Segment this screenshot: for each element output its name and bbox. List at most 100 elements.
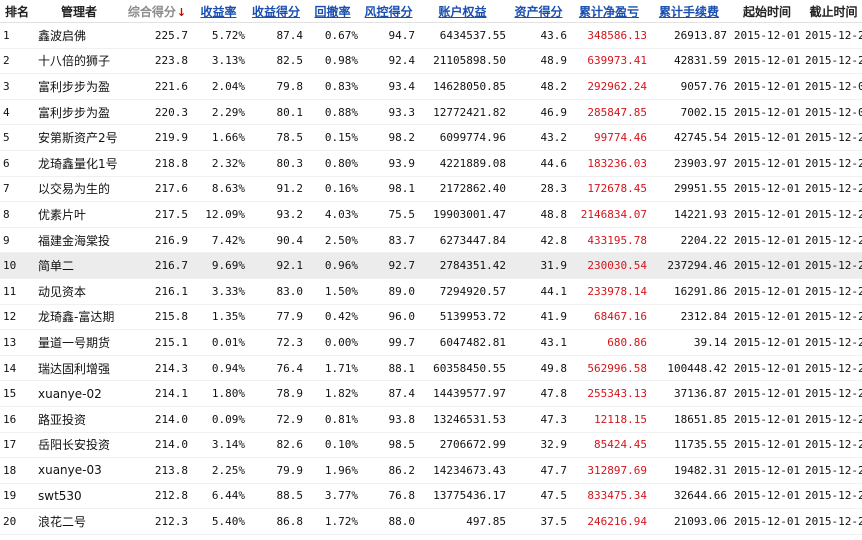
manager-link[interactable]: 量道一号期货 [34, 329, 124, 356]
end-date-cell: 2015-12-22 [805, 406, 862, 433]
score-cell: 219.9 [124, 124, 190, 151]
start-date-cell: 2015-12-01 [729, 304, 805, 331]
return-score-cell: 72.3 [247, 329, 305, 356]
manager-link[interactable]: 优素片叶 [34, 201, 124, 228]
fees-cell: 237294.46 [649, 252, 729, 279]
return-rate-cell: 3.13% [190, 48, 247, 75]
asset-score-cell: 41.9 [508, 304, 569, 331]
return-score-cell: 83.0 [247, 278, 305, 305]
header-equity-sort[interactable]: 账户权益 [417, 0, 508, 23]
net-profit-cell: 312897.69 [569, 457, 649, 484]
equity-cell: 6047482.81 [417, 329, 508, 356]
return-rate-cell: 1.80% [190, 380, 247, 407]
return-rate-cell: 0.09% [190, 406, 247, 433]
risk-score-cell: 88.1 [360, 355, 417, 382]
end-date-cell: 2015-12-22 [805, 329, 862, 356]
manager-link[interactable]: 龙琦鑫-富达期 [34, 304, 124, 331]
rank-cell: 16 [0, 406, 34, 433]
header-return-rate-sort[interactable]: 收益率 [190, 0, 247, 23]
table-row: 11 动见资本 216.1 3.33% 83.0 1.50% 89.0 7294920.57 4… [0, 278, 862, 305]
start-date-cell: 2015-12-01 [729, 432, 805, 459]
manager-link[interactable]: 以交易为生的 [34, 176, 124, 203]
risk-score-cell: 76.8 [360, 483, 417, 510]
table-row: 9 福建金海棠投 216.9 7.42% 90.4 2.50% 83.7 6273447.84… [0, 227, 862, 254]
end-date-cell: 2015-12-22 [805, 48, 862, 75]
score-cell: 217.6 [124, 176, 190, 203]
manager-link[interactable]: 龙琦鑫量化1号 [34, 150, 124, 177]
drawdown-cell: 4.03% [305, 201, 360, 228]
end-date-cell: 2015-12-22 [805, 432, 862, 459]
header-fees-sort[interactable]: 累计手续费 [649, 0, 729, 23]
manager-link[interactable]: 动见资本 [34, 278, 124, 305]
header-return-score-sort[interactable]: 收益得分 [247, 0, 305, 23]
drawdown-cell: 2.50% [305, 227, 360, 254]
end-date-cell: 2015-12-22 [805, 124, 862, 151]
start-date-cell: 2015-12-01 [729, 176, 805, 203]
manager-link[interactable]: swt530 [34, 483, 124, 510]
score-cell: 214.1 [124, 380, 190, 407]
fees-cell: 18651.85 [649, 406, 729, 433]
header-asset-score-sort[interactable]: 资产得分 [508, 0, 569, 23]
rank-cell: 5 [0, 124, 34, 151]
end-date-cell: 2015-12-22 [805, 304, 862, 331]
manager-link[interactable]: 十八倍的狮子 [34, 48, 124, 75]
rank-cell: 14 [0, 355, 34, 382]
header-risk-score-sort[interactable]: 风控得分 [360, 0, 417, 23]
return-score-cell: 92.1 [247, 252, 305, 279]
manager-link[interactable]: 福建金海棠投 [34, 227, 124, 254]
return-rate-cell: 3.33% [190, 278, 247, 305]
equity-cell: 5139953.72 [417, 304, 508, 331]
risk-score-cell: 83.7 [360, 227, 417, 254]
header-net-profit-sort[interactable]: 累计净盈亏 [569, 0, 649, 23]
net-profit-cell: 12118.15 [569, 406, 649, 433]
fees-cell: 21093.06 [649, 508, 729, 535]
return-score-cell: 90.4 [247, 227, 305, 254]
net-profit-cell: 639973.41 [569, 48, 649, 75]
manager-link[interactable]: 简单二 [34, 252, 124, 279]
return-rate-cell: 2.32% [190, 150, 247, 177]
table-row: 14 瑞达固利增强 214.3 0.94% 76.4 1.71% 88.1 60358450.… [0, 355, 862, 382]
risk-score-cell: 89.0 [360, 278, 417, 305]
manager-link[interactable]: 富利步步为盈 [34, 73, 124, 100]
manager-link[interactable]: xuanye-02 [34, 380, 124, 407]
end-date-cell: 2015-12-22 [805, 227, 862, 254]
return-score-cell: 82.6 [247, 432, 305, 459]
return-rate-cell: 1.35% [190, 304, 247, 331]
return-score-cell: 80.1 [247, 99, 305, 126]
manager-link[interactable]: 鑫波启佛 [34, 22, 124, 49]
manager-link[interactable]: 富利步步为盈 [34, 99, 124, 126]
manager-link[interactable]: xuanye-03 [34, 457, 124, 484]
score-cell: 212.8 [124, 483, 190, 510]
score-cell: 218.8 [124, 150, 190, 177]
manager-link[interactable]: 岳阳长安投资 [34, 432, 124, 459]
start-date-cell: 2015-12-01 [729, 483, 805, 510]
manager-link[interactable]: 瑞达固利增强 [34, 355, 124, 382]
asset-score-cell: 47.5 [508, 483, 569, 510]
rank-cell: 18 [0, 457, 34, 484]
risk-score-cell: 75.5 [360, 201, 417, 228]
header-score-sort[interactable]: 综合得分↓ [124, 0, 190, 23]
table-row: 2 十八倍的狮子 223.8 3.13% 82.5 0.98% 92.4 21105898.5… [0, 48, 862, 75]
risk-score-cell: 93.4 [360, 73, 417, 100]
manager-link[interactable]: 浪花二号 [34, 508, 124, 535]
asset-score-cell: 43.6 [508, 22, 569, 49]
manager-link[interactable]: 安第斯资产2号 [34, 124, 124, 151]
return-rate-cell: 1.66% [190, 124, 247, 151]
rank-cell: 10 [0, 252, 34, 279]
score-cell: 215.8 [124, 304, 190, 331]
equity-cell: 19903001.47 [417, 201, 508, 228]
return-score-cell: 91.2 [247, 176, 305, 203]
risk-score-cell: 92.7 [360, 252, 417, 279]
fees-cell: 2312.84 [649, 304, 729, 331]
rank-cell: 13 [0, 329, 34, 356]
start-date-cell: 2015-12-01 [729, 124, 805, 151]
rank-cell: 9 [0, 227, 34, 254]
manager-link[interactable]: 路亚投资 [34, 406, 124, 433]
end-date-cell: 2015-12-22 [805, 508, 862, 535]
equity-cell: 12772421.82 [417, 99, 508, 126]
header-drawdown-sort[interactable]: 回撤率 [305, 0, 360, 23]
equity-cell: 6273447.84 [417, 227, 508, 254]
asset-score-cell: 48.9 [508, 48, 569, 75]
end-date-cell: 2015-12-22 [805, 201, 862, 228]
table-row: 10 简单二 216.7 9.69% 92.1 0.96% 92.7 2784351.42 31… [0, 252, 862, 279]
